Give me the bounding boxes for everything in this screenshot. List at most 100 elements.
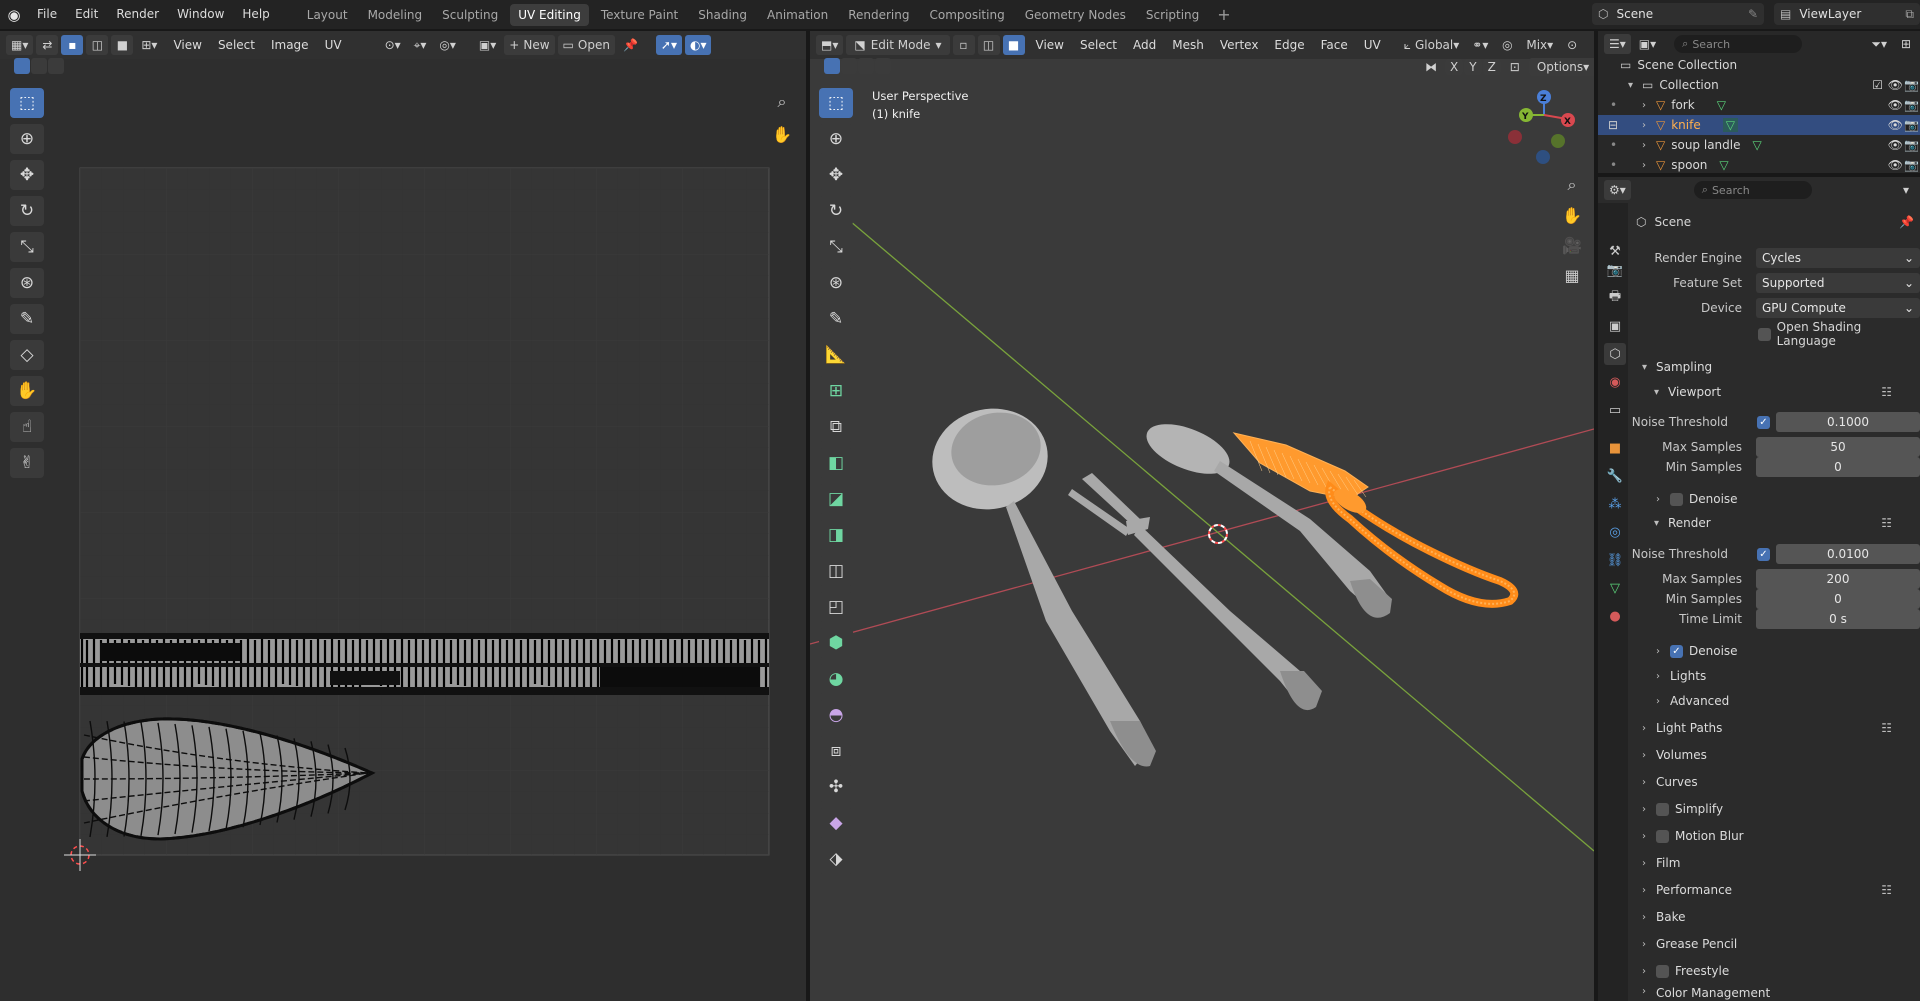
ladle-visibility-icon[interactable]: 👁 bbox=[1888, 138, 1903, 152]
vp-max-field[interactable]: 50 bbox=[1756, 437, 1920, 457]
outliner-item-fork[interactable]: • › ▽ fork ▽ 👁 📷 bbox=[1598, 95, 1920, 115]
curves-panel[interactable]: › Curves bbox=[1642, 770, 1920, 794]
r-max-field[interactable]: 200 bbox=[1756, 569, 1920, 589]
collection-row[interactable]: ▾ ▭ Collection ☑ 👁 📷 bbox=[1598, 75, 1920, 95]
light-paths-panel[interactable]: › Light Paths ☷ bbox=[1642, 716, 1920, 740]
vp-shear-icon[interactable]: ◆ bbox=[819, 808, 853, 838]
lights-subpanel[interactable]: › Lights bbox=[1656, 664, 1920, 688]
scene-tab-icon[interactable]: ⬡ bbox=[1604, 343, 1626, 365]
outliner-search-input[interactable]: ⌕ Search bbox=[1674, 35, 1803, 53]
vp-zoom-icon[interactable]: ⌕ bbox=[1558, 171, 1586, 199]
knife-expand-icon[interactable]: › bbox=[1642, 120, 1656, 131]
scene-collection-row[interactable]: ▭ Scene Collection bbox=[1598, 55, 1920, 75]
particles-tab-icon[interactable]: ⁂ bbox=[1604, 493, 1626, 515]
blender-logo-icon[interactable]: ◉ bbox=[0, 0, 28, 29]
material-tab-icon[interactable]: ● bbox=[1604, 605, 1626, 627]
new-collection-icon[interactable]: ⊞ bbox=[1895, 34, 1917, 54]
collection-tab-icon[interactable]: ▭ bbox=[1604, 399, 1626, 421]
menu-help[interactable]: Help bbox=[233, 0, 278, 29]
physics-tab-icon[interactable]: ◎ bbox=[1604, 521, 1626, 543]
spoon-expand-icon[interactable]: › bbox=[1642, 160, 1656, 171]
vp-add-cube-icon[interactable]: ⊞ bbox=[819, 376, 853, 406]
menu-file[interactable]: File bbox=[28, 0, 66, 29]
tab-uv-editing[interactable]: UV Editing bbox=[510, 3, 589, 26]
collection-render-icon[interactable]: 📷 bbox=[1904, 78, 1919, 92]
menu-window[interactable]: Window bbox=[168, 0, 233, 29]
performance-panel[interactable]: › Performance ☷ bbox=[1642, 878, 1920, 902]
render-subpanel-header[interactable]: ▾ Render ☷ bbox=[1654, 511, 1920, 535]
render-tab-icon[interactable]: 📷 bbox=[1604, 259, 1626, 281]
view-layer-tab-icon[interactable]: ▣ bbox=[1604, 315, 1626, 337]
properties-type-icon[interactable]: ⚙▾ bbox=[1604, 180, 1631, 200]
vp-randomize-icon[interactable]: ◓ bbox=[819, 700, 853, 730]
r-min-field[interactable]: 0 bbox=[1756, 589, 1920, 609]
collection-expand-icon[interactable]: ▾ bbox=[1628, 80, 1642, 91]
vp-denoise-subpanel[interactable]: › Denoise bbox=[1656, 487, 1920, 511]
tab-modeling[interactable]: Modeling bbox=[360, 4, 431, 26]
vp-denoise-checkbox[interactable] bbox=[1670, 492, 1683, 506]
vp-loop-cut-icon[interactable]: ◨ bbox=[819, 520, 853, 550]
tab-animation[interactable]: Animation bbox=[759, 4, 836, 26]
fork-visibility-icon[interactable]: 👁 bbox=[1888, 98, 1903, 112]
render-preset-list-icon[interactable]: ☷ bbox=[1881, 516, 1892, 530]
simplify-checkbox[interactable] bbox=[1656, 802, 1669, 816]
display-mode-icon[interactable]: ▣▾ bbox=[1634, 34, 1661, 54]
vp-edge-slide-icon[interactable]: ⧈ bbox=[819, 736, 853, 766]
r-noise-field[interactable]: 0.0100 bbox=[1776, 544, 1920, 564]
vp-measure-icon[interactable]: 📐 bbox=[819, 340, 853, 370]
vp-annotate-icon[interactable]: ✎ bbox=[819, 304, 853, 334]
r-noise-checkbox[interactable]: ✓ bbox=[1757, 547, 1770, 561]
camera-view-icon[interactable]: 🎥 bbox=[1558, 231, 1586, 259]
data-tab-icon[interactable]: ▽ bbox=[1604, 577, 1626, 599]
menu-render[interactable]: Render bbox=[107, 0, 168, 29]
tab-shading[interactable]: Shading bbox=[690, 4, 755, 26]
vp-inset-icon[interactable]: ◧ bbox=[819, 448, 853, 478]
properties-search-input[interactable]: ⌕ Search bbox=[1693, 181, 1812, 199]
performance-preset-icon[interactable]: ☷ bbox=[1881, 883, 1892, 897]
vp-rotate-icon[interactable]: ↻ bbox=[819, 196, 853, 226]
device-select[interactable]: GPU Compute ⌄ bbox=[1756, 298, 1920, 318]
outliner-item-soup-landle[interactable]: • › ▽ soup landle ▽ 👁 📷 bbox=[1598, 135, 1920, 155]
object-tab-icon[interactable]: ■ bbox=[1604, 437, 1626, 459]
tab-layout[interactable]: Layout bbox=[299, 4, 356, 26]
view-layer-selector[interactable]: ▤ ViewLayer ⧉ bbox=[1774, 3, 1920, 25]
world-tab-icon[interactable]: ◉ bbox=[1604, 371, 1626, 393]
outliner-item-spoon[interactable]: • › ▽ spoon ▽ 👁 📷 bbox=[1598, 155, 1920, 173]
outliner-type-icon[interactable]: ☰▾ bbox=[1604, 34, 1631, 54]
vp-min-field[interactable]: 0 bbox=[1756, 457, 1920, 477]
preset-list-icon[interactable]: ☷ bbox=[1881, 385, 1892, 399]
tab-rendering[interactable]: Rendering bbox=[840, 4, 917, 26]
filter-icon[interactable]: ⏷▾ bbox=[1866, 34, 1892, 54]
ladle-render-icon[interactable]: 📷 bbox=[1904, 138, 1919, 152]
film-panel[interactable]: › Film bbox=[1642, 851, 1920, 875]
knife-render-icon[interactable]: 📷 bbox=[1904, 118, 1919, 132]
spoon-render-icon[interactable]: 📷 bbox=[1904, 158, 1919, 172]
vp-bevel-icon[interactable]: ◪ bbox=[819, 484, 853, 514]
outliner-item-knife[interactable]: ⊟ › ▽ knife ▽ 👁 📷 bbox=[1598, 115, 1920, 135]
viewport-subpanel-header[interactable]: ▾ Viewport ☷ bbox=[1654, 380, 1920, 404]
r-denoise-checkbox[interactable]: ✓ bbox=[1670, 644, 1683, 658]
constraints-tab-icon[interactable]: ⛓ bbox=[1604, 549, 1626, 571]
tab-compositing[interactable]: Compositing bbox=[921, 4, 1012, 26]
vp-noise-checkbox[interactable]: ✓ bbox=[1757, 415, 1770, 429]
freestyle-panel[interactable]: › Freestyle bbox=[1642, 959, 1920, 983]
collection-checkbox-icon[interactable]: ☑ bbox=[1872, 78, 1883, 92]
vp-knife-icon[interactable]: ◫ bbox=[819, 556, 853, 586]
vp-spin-icon[interactable]: ⬢ bbox=[819, 628, 853, 658]
color-management-panel[interactable]: › Color Management bbox=[1642, 986, 1920, 1001]
r-time-field[interactable]: 0 s bbox=[1756, 609, 1920, 629]
vp-rip-icon[interactable]: ⬗ bbox=[819, 844, 853, 874]
vp-poly-build-icon[interactable]: ◰ bbox=[819, 592, 853, 622]
vp-cursor-icon[interactable]: ⊕ bbox=[819, 124, 853, 154]
r-denoise-subpanel[interactable]: › ✓ Denoise bbox=[1656, 639, 1920, 663]
ortho-toggle-icon[interactable]: ▦ bbox=[1558, 261, 1586, 289]
add-workspace-button[interactable]: + bbox=[1211, 5, 1236, 24]
advanced-subpanel[interactable]: › Advanced bbox=[1656, 689, 1920, 713]
sampling-panel-header[interactable]: ▾ Sampling bbox=[1642, 355, 1920, 379]
grease-pencil-panel[interactable]: › Grease Pencil bbox=[1642, 932, 1920, 956]
vp-transform-icon[interactable]: ⊛ bbox=[819, 268, 853, 298]
modifier-tab-icon[interactable]: 🔧 bbox=[1604, 465, 1626, 487]
freestyle-checkbox[interactable] bbox=[1656, 964, 1669, 978]
simplify-panel[interactable]: › Simplify bbox=[1642, 797, 1920, 821]
tab-geometry-nodes[interactable]: Geometry Nodes bbox=[1017, 4, 1134, 26]
